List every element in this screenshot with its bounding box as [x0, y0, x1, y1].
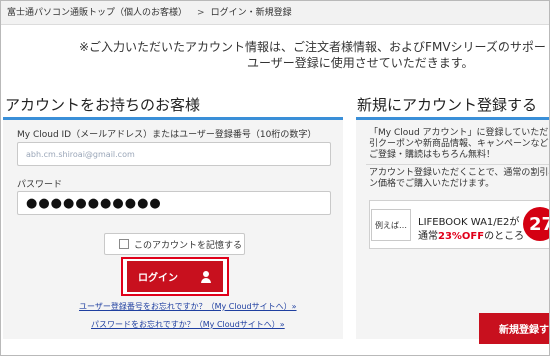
id-field-label: My Cloud ID（メールアドレス）またはユーザー登録番号（10桁の数字） — [17, 130, 317, 140]
login-section-title: アカウントをお持ちのお客様 — [5, 96, 201, 114]
promo-offer: 通常23%OFFのところ — [418, 227, 524, 242]
promo-price-badge: 27 — [523, 207, 549, 241]
notice-line-1: ※ご入力いただいたアカウント情報は、ご注文者様情報、およびFMVシリーズのサポー… — [79, 40, 549, 54]
promo-discount: 23%OFF — [438, 231, 485, 242]
register-button[interactable]: 新規登録する — [479, 313, 549, 344]
user-icon — [200, 270, 212, 283]
register-section-title: 新規にアカウント登録する — [357, 96, 538, 114]
forgot-user-number-link[interactable]: ユーザー登録番号をお忘れですか？（My Cloudサイトへ）» — [79, 301, 297, 312]
promo-offer-suffix: のところ — [484, 231, 525, 242]
notice-line-2: ユーザー登録に使用させていただきます。 — [247, 56, 474, 70]
promo-offer-prefix: 通常 — [418, 231, 438, 242]
register-text-line-1: 「My Cloud アカウント」に登録していただく — [369, 128, 550, 138]
breadcrumb-separator: > — [197, 8, 205, 18]
remember-account-checkbox[interactable]: このアカウントを記憶する — [104, 233, 245, 255]
breadcrumb-home-link[interactable]: 富士通パソコン通販トップ（個人のお客様） — [7, 8, 187, 18]
password-field-label: パスワード — [17, 180, 63, 190]
breadcrumb-current: ログイン・新規登録 — [210, 8, 292, 18]
page-frame: 富士通パソコン通販トップ（個人のお客様） > ログイン・新規登録 ※ご入力いただいた… — [0, 0, 550, 356]
remember-account-label: このアカウントを記憶する — [134, 240, 243, 251]
checkbox-icon[interactable] — [119, 239, 129, 249]
register-text-line-4: アカウント登録いただくことで、通常の割引率で — [369, 168, 550, 178]
breadcrumb: 富士通パソコン通販トップ（個人のお客様） > ログイン・新規登録 — [1, 1, 549, 25]
promo-product-name: LIFEBOOK WA1/E2が — [418, 217, 520, 228]
password-field[interactable] — [17, 191, 331, 215]
register-text-line-2: 引クーポンや新商品情報、キャンペーンなどの情 — [369, 139, 550, 149]
login-button[interactable]: ログイン — [127, 261, 223, 292]
forgot-password-link[interactable]: パスワードをお忘れですか？（My Cloudサイトへ）» — [91, 319, 285, 330]
login-button-label: ログイン — [138, 273, 178, 284]
promo-example-tag: 例えば… — [371, 209, 411, 241]
id-field[interactable] — [17, 142, 331, 166]
register-divider — [366, 164, 549, 165]
register-text-line-5: ン価格でご購入いただけます。 — [369, 179, 495, 189]
register-text-line-3: ご登録・購読はもちろん無料！ — [369, 150, 496, 160]
